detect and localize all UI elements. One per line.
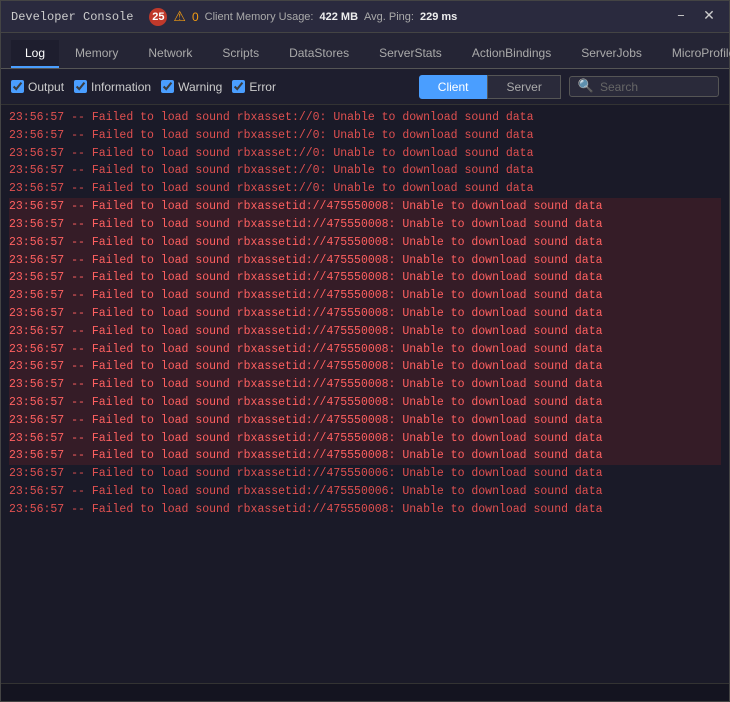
tab-network[interactable]: Network [134,40,206,68]
memory-value: 422 MB [320,11,359,23]
log-line: 23:56:57 -- Failed to load sound rbxasse… [9,341,721,359]
log-line: 23:56:57 -- Failed to load sound rbxasse… [9,394,721,412]
log-area[interactable]: 23:56:57 -- Failed to load sound rbxasse… [1,105,729,683]
title-bar-title: Developer Console [11,10,133,24]
title-bar-stats: 25 ⚠ 0 Client Memory Usage: 422 MB Avg. … [149,8,457,26]
error-count-badge: 25 [149,8,167,26]
search-input[interactable] [600,80,710,94]
log-line: 23:56:57 -- Failed to load sound rbxasse… [9,180,721,198]
title-bar: Developer Console 25 ⚠ 0 Client Memory U… [1,1,729,33]
developer-console: Developer Console 25 ⚠ 0 Client Memory U… [0,0,730,702]
log-line: 23:56:57 -- Failed to load sound rbxasse… [9,234,721,252]
ping-label: Avg. Ping: [364,11,414,23]
log-line: 23:56:57 -- Failed to load sound rbxasse… [9,127,721,145]
output-label: Output [28,80,64,94]
log-line: 23:56:57 -- Failed to load sound rbxasse… [9,109,721,127]
tab-scripts[interactable]: Scripts [208,40,273,68]
error-label: Error [249,80,276,94]
search-box: 🔍 [569,76,719,97]
toolbar: Output Information Warning Error Client … [1,69,729,105]
warning-count: 0 [192,10,199,24]
log-line: 23:56:57 -- Failed to load sound rbxasse… [9,430,721,448]
log-line: 23:56:57 -- Failed to load sound rbxasse… [9,287,721,305]
log-line: 23:56:57 -- Failed to load sound rbxasse… [9,465,721,483]
log-line: 23:56:57 -- Failed to load sound rbxasse… [9,501,721,519]
tab-memory[interactable]: Memory [61,40,132,68]
memory-label: Client Memory Usage: [205,11,314,23]
information-label: Information [91,80,151,94]
error-filter[interactable]: Error [232,80,276,94]
tab-datastores[interactable]: DataStores [275,40,363,68]
status-bar [1,683,729,701]
close-button[interactable]: ✕ [699,8,719,25]
information-checkbox[interactable] [74,80,87,93]
log-line: 23:56:57 -- Failed to load sound rbxasse… [9,198,721,216]
warning-checkbox[interactable] [161,80,174,93]
tab-log[interactable]: Log [11,40,59,68]
tab-actionbindings[interactable]: ActionBindings [458,40,565,68]
warning-icon: ⚠ [173,8,186,25]
log-line: 23:56:57 -- Failed to load sound rbxasse… [9,358,721,376]
tab-microprofiler[interactable]: MicroProfiler [658,40,730,68]
output-checkbox[interactable] [11,80,24,93]
log-line: 23:56:57 -- Failed to load sound rbxasse… [9,252,721,270]
warning-filter[interactable]: Warning [161,80,222,94]
client-button[interactable]: Client [419,75,488,99]
log-line: 23:56:57 -- Failed to load sound rbxasse… [9,483,721,501]
log-line: 23:56:57 -- Failed to load sound rbxasse… [9,376,721,394]
log-line: 23:56:57 -- Failed to load sound rbxasse… [9,323,721,341]
information-filter[interactable]: Information [74,80,151,94]
ping-value: 229 ms [420,11,457,23]
log-line: 23:56:57 -- Failed to load sound rbxasse… [9,305,721,323]
log-line: 23:56:57 -- Failed to load sound rbxasse… [9,162,721,180]
tab-serverstats[interactable]: ServerStats [365,40,456,68]
error-checkbox[interactable] [232,80,245,93]
minimize-button[interactable]: – [671,8,691,25]
log-line: 23:56:57 -- Failed to load sound rbxasse… [9,269,721,287]
log-line: 23:56:57 -- Failed to load sound rbxasse… [9,145,721,163]
warning-label: Warning [178,80,222,94]
log-line: 23:56:57 -- Failed to load sound rbxasse… [9,412,721,430]
title-bar-controls: – ✕ [671,8,719,25]
server-button[interactable]: Server [487,75,560,99]
output-filter[interactable]: Output [11,80,64,94]
tab-serverjobs[interactable]: ServerJobs [567,40,656,68]
log-line: 23:56:57 -- Failed to load sound rbxasse… [9,216,721,234]
log-line: 23:56:57 -- Failed to load sound rbxasse… [9,447,721,465]
nav-tabs: LogMemoryNetworkScriptsDataStoresServerS… [1,33,729,69]
search-icon: 🔍 [578,79,594,94]
client-server-toggle: Client Server 🔍 [419,75,719,99]
